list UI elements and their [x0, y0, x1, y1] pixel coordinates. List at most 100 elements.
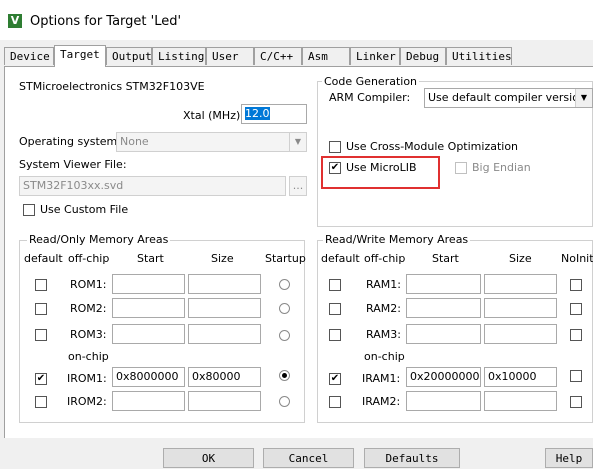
ram1-size-input[interactable] [484, 274, 557, 294]
os-select[interactable]: None ▼ [116, 132, 307, 152]
title-bar: V Options for Target 'Led' [0, 0, 593, 40]
rw-onchip-label: on-chip [364, 350, 405, 363]
arm-compiler-select[interactable]: Use default compiler version 5 ▼ [424, 88, 593, 108]
xtal-input[interactable]: 12.0 [241, 104, 307, 124]
iram1-default-checkbox[interactable]: ✔ [329, 373, 341, 385]
irom2-label: IROM2: [67, 395, 107, 408]
rom2-label: ROM2: [70, 302, 107, 315]
tab-user[interactable]: User [206, 47, 254, 65]
ram3-default-checkbox[interactable] [329, 329, 341, 341]
ram1-default-checkbox[interactable] [329, 279, 341, 291]
tab-debug[interactable]: Debug [400, 47, 446, 65]
rom3-label: ROM3: [70, 328, 107, 341]
ram3-label: RAM3: [366, 328, 401, 341]
iram2-default-checkbox[interactable] [329, 396, 341, 408]
chevron-down-icon: ▼ [575, 89, 592, 107]
ok-button[interactable]: OK [163, 448, 254, 468]
ro-memory-title: Read/Only Memory Areas [27, 233, 171, 246]
rom3-default-checkbox[interactable] [35, 329, 47, 341]
ram1-start-input[interactable] [406, 274, 481, 294]
use-custom-file-label: Use Custom File [40, 203, 129, 216]
tab-asm[interactable]: Asm [302, 47, 350, 65]
iram2-size-input[interactable] [484, 391, 557, 411]
tab-listing[interactable]: Listing [152, 47, 206, 65]
irom2-size-input[interactable] [188, 391, 261, 411]
big-endian-checkbox[interactable] [455, 162, 467, 174]
rom2-default-checkbox[interactable] [35, 303, 47, 315]
iram2-noinit-checkbox[interactable] [570, 396, 582, 408]
ro-startup-header: Startup [265, 252, 306, 265]
iram1-noinit-checkbox[interactable] [570, 370, 582, 382]
rw-default-header: default [321, 252, 360, 265]
ro-onchip-label: on-chip [68, 350, 109, 363]
browse-button[interactable]: ... [289, 176, 307, 196]
rom2-startup-radio[interactable] [279, 303, 290, 314]
ro-size-header: Size [211, 252, 234, 265]
rom1-startup-radio[interactable] [279, 279, 290, 290]
device-name: STMicroelectronics STM32F103VE [19, 80, 205, 93]
iram2-start-input[interactable] [406, 391, 481, 411]
ram3-size-input[interactable] [484, 324, 557, 344]
ro-start-header: Start [137, 252, 164, 265]
tab-utilities[interactable]: Utilities [446, 47, 512, 65]
window-title: Options for Target 'Led' [30, 14, 182, 29]
irom2-startup-radio[interactable] [279, 396, 290, 407]
rom1-size-input[interactable] [188, 274, 261, 294]
ram2-start-input[interactable] [406, 298, 481, 318]
rom1-start-input[interactable] [112, 274, 185, 294]
cancel-button[interactable]: Cancel [263, 448, 354, 468]
os-label: Operating system: [19, 135, 121, 148]
rom1-default-checkbox[interactable] [35, 279, 47, 291]
rom2-size-input[interactable] [188, 298, 261, 318]
use-microlib-label: Use MicroLIB [346, 161, 417, 174]
rw-size-header: Size [509, 252, 532, 265]
irom1-startup-radio[interactable] [279, 370, 290, 381]
ram1-noinit-checkbox[interactable] [570, 279, 582, 291]
use-custom-file-checkbox[interactable] [23, 204, 35, 216]
irom1-default-checkbox[interactable]: ✔ [35, 373, 47, 385]
ram2-label: RAM2: [366, 302, 401, 315]
ram2-default-checkbox[interactable] [329, 303, 341, 315]
svf-input[interactable]: STM32F103xx.svd [19, 176, 286, 196]
rw-offchip-header: off-chip [364, 252, 406, 265]
code-generation-title: Code Generation [322, 75, 420, 88]
ro-offchip-header: off-chip [68, 252, 110, 265]
big-endian-label: Big Endian [472, 161, 531, 174]
use-microlib-checkbox[interactable]: ✔ [329, 162, 341, 174]
tab-c-cpp[interactable]: C/C++ [254, 47, 302, 65]
ram3-noinit-checkbox[interactable] [570, 329, 582, 341]
irom2-default-checkbox[interactable] [35, 396, 47, 408]
cross-module-checkbox[interactable] [329, 141, 341, 153]
rom3-start-input[interactable] [112, 324, 185, 344]
chevron-down-icon: ▼ [289, 133, 306, 151]
rw-start-header: Start [432, 252, 459, 265]
iram1-start-input[interactable]: 0x20000000 [406, 367, 481, 387]
irom2-start-input[interactable] [112, 391, 185, 411]
svf-label: System Viewer File: [19, 158, 127, 171]
ram3-start-input[interactable] [406, 324, 481, 344]
ram1-label: RAM1: [366, 278, 401, 291]
iram1-label: IRAM1: [362, 372, 401, 385]
irom1-start-input[interactable]: 0x8000000 [112, 367, 185, 387]
defaults-button[interactable]: Defaults [364, 448, 460, 468]
rom3-size-input[interactable] [188, 324, 261, 344]
tab-output[interactable]: Output [106, 47, 152, 65]
ram2-noinit-checkbox[interactable] [570, 303, 582, 315]
help-button[interactable]: Help [545, 448, 593, 468]
irom1-size-input[interactable]: 0x80000 [188, 367, 261, 387]
tab-linker[interactable]: Linker [350, 47, 400, 65]
iram1-size-input[interactable]: 0x10000 [484, 367, 557, 387]
iram2-label: IRAM2: [362, 395, 401, 408]
rom2-start-input[interactable] [112, 298, 185, 318]
arm-compiler-label: ARM Compiler: [329, 91, 411, 104]
cross-module-label: Use Cross-Module Optimization [346, 140, 519, 153]
rom3-startup-radio[interactable] [279, 330, 290, 341]
tab-device[interactable]: Device [4, 47, 54, 65]
rw-noinit-header: NoInit [561, 252, 593, 265]
tab-target[interactable]: Target [54, 45, 106, 67]
ro-default-header: default [24, 252, 63, 265]
ram2-size-input[interactable] [484, 298, 557, 318]
rom1-label: ROM1: [70, 278, 107, 291]
keil-uvision-icon: V [8, 14, 22, 28]
rw-memory-title: Read/Write Memory Areas [323, 233, 471, 246]
